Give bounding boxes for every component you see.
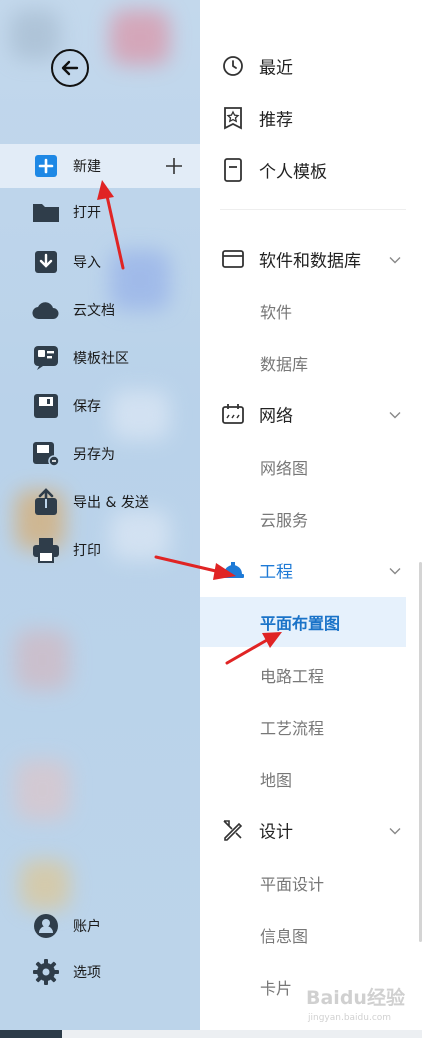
subitem-label: 云服务 <box>260 511 309 530</box>
chevron-down-icon <box>389 250 401 269</box>
printer-icon <box>32 536 60 564</box>
template-category-panel: 最近 推荐 个人模板 软件和数据库 软件 数据库 网络 网络图 云服务 工程 平… <box>200 0 422 1030</box>
category-label: 个人模板 <box>259 162 327 183</box>
subitem-database[interactable]: 数据库 <box>200 338 406 388</box>
menu-item-label: 导入 <box>73 255 101 271</box>
plus-icon <box>166 158 182 174</box>
category-network[interactable]: 网络 <box>200 390 406 438</box>
arrow-left-icon <box>61 60 79 76</box>
menu-item-templates[interactable]: 模板社区 <box>0 336 200 380</box>
subitem-infographic[interactable]: 信息图 <box>200 910 406 960</box>
subitem-label: 数据库 <box>260 355 309 374</box>
menu-item-label: 新建 <box>73 159 101 175</box>
menu-item-open[interactable]: 打开 <box>0 190 200 234</box>
cloud-icon <box>32 296 60 324</box>
plus-square-icon <box>32 152 60 180</box>
subitem-network-diagram[interactable]: 网络图 <box>200 442 406 492</box>
chevron-down-icon <box>389 821 401 840</box>
menu-item-label: 另存为 <box>73 447 115 463</box>
chevron-down-icon <box>389 561 401 580</box>
subitem-label: 平面布置图 <box>260 614 341 633</box>
clock-icon <box>221 54 245 78</box>
left-sidebar: 新建 打开 导入 云文档 模板社区 保存 另存为 导出 & 发送 打印 账户 选… <box>0 0 200 1030</box>
subitem-label: 信息图 <box>260 927 309 946</box>
subitem-graphic-design[interactable]: 平面设计 <box>200 858 406 908</box>
category-engineering[interactable]: 工程 <box>200 546 406 594</box>
category-personal-templates[interactable]: 个人模板 <box>200 146 406 194</box>
menu-item-label: 账户 <box>73 919 101 935</box>
subitem-process-flow[interactable]: 工艺流程 <box>200 702 406 752</box>
hard-hat-icon <box>221 558 245 582</box>
menu-item-save[interactable]: 保存 <box>0 384 200 428</box>
menu-item-import[interactable]: 导入 <box>0 240 200 284</box>
menu-item-print[interactable]: 打印 <box>0 528 200 572</box>
menu-item-options[interactable]: 选项 <box>0 950 200 994</box>
chevron-down-icon <box>389 405 401 424</box>
menu-item-label: 导出 & 发送 <box>73 495 149 511</box>
menu-item-label: 模板社区 <box>73 351 129 367</box>
menu-item-label: 打开 <box>73 205 101 221</box>
export-icon <box>32 488 60 516</box>
menu-item-export[interactable]: 导出 & 发送 <box>0 480 200 524</box>
window-icon <box>221 247 245 271</box>
taskbar-strip <box>0 1030 422 1038</box>
category-label: 推荐 <box>259 110 293 131</box>
category-label: 工程 <box>259 562 293 583</box>
subitem-label: 地图 <box>260 771 293 790</box>
category-label: 软件和数据库 <box>259 251 361 272</box>
subitem-circuit[interactable]: 电路工程 <box>200 650 406 700</box>
category-label: 网络 <box>259 406 293 427</box>
menu-item-account[interactable]: 账户 <box>0 904 200 948</box>
subitem-label: 卡片 <box>260 979 293 998</box>
subitem-map[interactable]: 地图 <box>200 754 406 804</box>
star-badge-icon <box>221 106 245 130</box>
template-community-icon <box>32 344 60 372</box>
menu-item-save-as[interactable]: 另存为 <box>0 432 200 476</box>
subitem-label: 工艺流程 <box>260 719 325 738</box>
design-tools-icon <box>221 818 245 842</box>
menu-item-label: 打印 <box>73 543 101 559</box>
save-as-icon <box>32 440 60 468</box>
category-recommend[interactable]: 推荐 <box>200 94 406 142</box>
folder-icon <box>32 198 60 226</box>
menu-item-label: 保存 <box>73 399 101 415</box>
user-icon <box>32 912 60 940</box>
network-icon <box>221 402 245 426</box>
subitem-card[interactable]: 卡片 <box>200 962 406 1012</box>
subitem-cloud-service[interactable]: 云服务 <box>200 494 406 544</box>
category-label: 最近 <box>259 58 293 79</box>
back-button[interactable] <box>51 49 89 87</box>
menu-item-label: 选项 <box>73 965 101 981</box>
document-icon <box>221 158 245 182</box>
subitem-floor-plan[interactable]: 平面布置图 <box>200 597 406 647</box>
menu-item-cloud[interactable]: 云文档 <box>0 288 200 332</box>
subitem-label: 网络图 <box>260 459 309 478</box>
subitem-label: 软件 <box>260 303 293 322</box>
divider <box>220 209 406 210</box>
save-icon <box>32 392 60 420</box>
category-label: 设计 <box>259 822 293 843</box>
add-new-button[interactable] <box>163 155 185 177</box>
category-design[interactable]: 设计 <box>200 806 406 854</box>
category-software-database[interactable]: 软件和数据库 <box>200 235 406 283</box>
menu-item-label: 云文档 <box>73 303 115 319</box>
subitem-label: 电路工程 <box>260 667 325 686</box>
subitem-label: 平面设计 <box>260 875 325 894</box>
import-icon <box>32 248 60 276</box>
category-recent[interactable]: 最近 <box>200 42 406 90</box>
subitem-software[interactable]: 软件 <box>200 286 406 336</box>
gear-icon <box>32 958 60 986</box>
